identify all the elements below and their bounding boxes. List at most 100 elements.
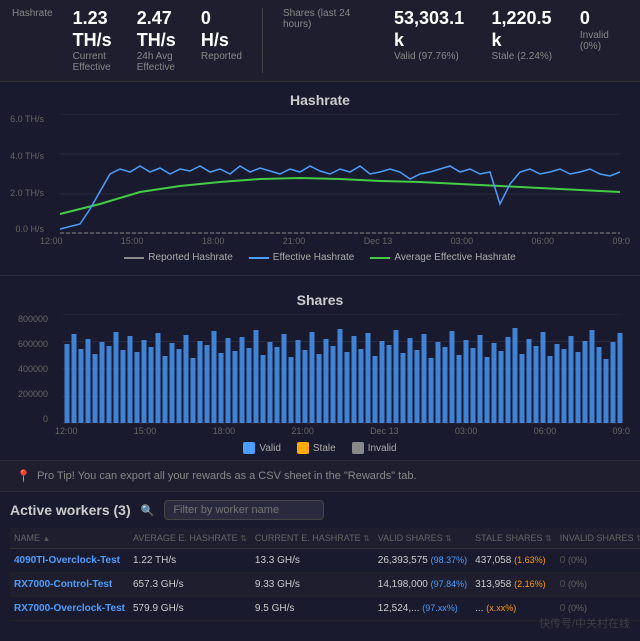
col-current-hashrate: CURRENT E. HASHRATE ⇅ — [251, 528, 374, 549]
pro-tip-text: Pro Tip! You can export all your rewards… — [37, 470, 417, 482]
shares-svg — [55, 314, 630, 424]
sx-label-2100: 21:00 — [291, 426, 314, 436]
hashrate-y-labels: 6.0 TH/s 4.0 TH/s 2.0 TH/s 0.0 H/s — [2, 114, 48, 234]
shares-y-labels: 800000 600000 400000 200000 0 — [0, 314, 52, 424]
invalid-stat: 0 Invalid (0%) — [580, 8, 628, 73]
shares-chart-section: Shares 800000 600000 400000 200000 0 — [0, 282, 640, 460]
x-label-1800: 18:00 — [202, 236, 225, 246]
workers-table-body: 4090TI-Overclock-Test 1.22 TH/s 13.3 GH/… — [10, 549, 640, 621]
col-invalid-shares: INVALID SHARES ⇅ — [556, 528, 640, 549]
hashrate-chart-section: Hashrate 6.0 TH/s 4.0 TH/s 2.0 TH/s 0.0 … — [0, 82, 640, 269]
y-label-0: 0 — [0, 414, 48, 424]
sx-label-1800: 18:00 — [213, 426, 236, 436]
legend-stale: Stale — [297, 442, 336, 454]
workers-title: Active workers (3) — [10, 502, 131, 518]
hashrate-chart-title: Hashrate — [0, 92, 640, 108]
shares-legend: Valid Stale Invalid — [0, 436, 640, 460]
worker-valid-3: 12,524,... (97.xx%) — [374, 597, 471, 621]
legend-invalid-label: Invalid — [368, 443, 397, 454]
valid-value: 53,303.1 k — [394, 8, 472, 51]
current-effective-stat: 1.23 TH/s Current Effective — [73, 8, 117, 73]
y-label-0: 0.0 H/s — [4, 224, 44, 234]
legend-stale-label: Stale — [313, 443, 336, 454]
shares-x-labels: 12:00 15:00 18:00 21:00 Dec 13 03:00 06:… — [0, 424, 640, 436]
col-stale-shares: STALE SHARES ⇅ — [471, 528, 556, 549]
hashrate-stats: Hashrate 1.23 TH/s Current Effective 2.4… — [12, 8, 263, 73]
worker-stale-1: 437,058 (1.63%) — [471, 549, 556, 573]
workers-table-header: NAME ▲ AVERAGE E. HASHRATE ⇅ CURRENT E. … — [10, 528, 640, 549]
watermark: 快传号/中关村在线 — [539, 615, 630, 631]
legend-avg-effective-label: Average Effective Hashrate — [394, 252, 515, 263]
x-label-0900: 09:0 — [612, 236, 630, 246]
worker-filter-input[interactable] — [164, 500, 324, 520]
worker-valid-1: 26,393,575 (98.37%) — [374, 549, 471, 573]
chart-divider — [0, 275, 640, 276]
worker-current-1: 13.3 GH/s — [251, 549, 374, 573]
sx-label-0600: 06:00 — [534, 426, 557, 436]
table-row: RX7000-Control-Test 657.3 GH/s 9.33 GH/s… — [10, 573, 640, 597]
valid-label: Valid (97.76%) — [394, 51, 472, 62]
reported-value: 0 H/s — [201, 8, 242, 51]
worker-current-3: 9.5 GH/s — [251, 597, 374, 621]
reported-label: Reported — [201, 51, 242, 62]
sx-label-1200: 12:00 — [55, 426, 78, 436]
current-effective-value: 1.23 TH/s — [73, 8, 117, 51]
worker-avg-3: 579.9 GH/s — [129, 597, 251, 621]
worker-name-3: RX7000-Overclock-Test — [10, 597, 129, 621]
valid-stat: 53,303.1 k Valid (97.76%) — [394, 8, 472, 73]
pro-tip-pin-icon: 📍 — [16, 469, 31, 483]
legend-valid-label: Valid — [259, 443, 281, 454]
legend-avg-effective: Average Effective Hashrate — [370, 252, 515, 263]
y-label-800k: 800000 — [0, 314, 48, 324]
legend-reported: Reported Hashrate — [124, 252, 233, 263]
worker-avg-1: 1.22 TH/s — [129, 549, 251, 573]
legend-effective: Effective Hashrate — [249, 252, 355, 263]
x-label-1500: 15:00 — [121, 236, 144, 246]
col-name: NAME ▲ — [10, 528, 129, 549]
reported-stat: 0 H/s Reported — [201, 8, 242, 73]
filter-icon: 🔍 — [141, 504, 155, 517]
x-label-dec13: Dec 13 — [364, 236, 393, 246]
worker-valid-2: 14,198,000 (97.84%) — [374, 573, 471, 597]
worker-name-2: RX7000-Control-Test — [10, 573, 129, 597]
x-label-0600: 06:00 — [532, 236, 555, 246]
legend-effective-label: Effective Hashrate — [273, 252, 355, 263]
shares-label: Shares (last 24 hours) — [283, 8, 374, 69]
worker-current-2: 9.33 GH/s — [251, 573, 374, 597]
worker-invalid-2: 0 (0%) — [556, 573, 640, 597]
worker-stale-2: 313,958 (2.16%) — [471, 573, 556, 597]
x-label-1200: 12:00 — [40, 236, 63, 246]
invalid-value: 0 — [580, 8, 628, 30]
legend-invalid: Invalid — [352, 442, 397, 454]
y-label-2: 2.0 TH/s — [4, 188, 44, 198]
hashrate-label: Hashrate — [12, 8, 53, 69]
stale-label: Stale (2.24%) — [492, 51, 560, 62]
avg-effective-stat: 2.47 TH/s 24h Avg Effective — [137, 8, 181, 73]
x-label-0300: 03:00 — [451, 236, 474, 246]
invalid-label: Invalid (0%) — [580, 30, 628, 52]
workers-table: NAME ▲ AVERAGE E. HASHRATE ⇅ CURRENT E. … — [10, 528, 640, 621]
shares-chart-title: Shares — [0, 292, 640, 308]
sx-label-dec13: Dec 13 — [370, 426, 399, 436]
sx-label-0900: 09:0 — [612, 426, 630, 436]
col-avg-hashrate: AVERAGE E. HASHRATE ⇅ — [129, 528, 251, 549]
col-valid-shares: VALID SHARES ⇅ — [374, 528, 471, 549]
stale-value: 1,220.5 k — [492, 8, 560, 51]
sx-label-1500: 15:00 — [134, 426, 157, 436]
legend-valid: Valid — [243, 442, 281, 454]
x-label-2100: 21:00 — [283, 236, 306, 246]
worker-avg-2: 657.3 GH/s — [129, 573, 251, 597]
hashrate-legend: Reported Hashrate Effective Hashrate Ave… — [0, 246, 640, 269]
y-label-600k: 600000 — [0, 339, 48, 349]
sx-label-0300: 03:00 — [455, 426, 478, 436]
y-label-6: 6.0 TH/s — [4, 114, 44, 124]
y-label-200k: 200000 — [0, 389, 48, 399]
y-label-400k: 400000 — [0, 364, 48, 374]
hashrate-x-labels: 12:00 15:00 18:00 21:00 Dec 13 03:00 06:… — [0, 234, 640, 246]
avg-effective-value: 2.47 TH/s — [137, 8, 181, 51]
y-label-4: 4.0 TH/s — [4, 151, 44, 161]
worker-invalid-1: 0 (0%) — [556, 549, 640, 573]
pro-tip-bar: 📍 Pro Tip! You can export all your rewar… — [0, 460, 640, 492]
worker-name-1: 4090TI-Overclock-Test — [10, 549, 129, 573]
workers-header: Active workers (3) 🔍 — [10, 500, 630, 520]
